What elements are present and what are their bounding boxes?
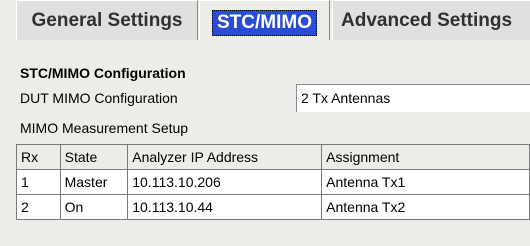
- tab-stc-mimo-label: STC/MIMO: [212, 10, 317, 36]
- table-row: 1 Master 10.113.10.206 Antenna Tx1: [16, 169, 530, 195]
- dut-mimo-config-field[interactable]: 2 Tx Antennas: [296, 84, 530, 112]
- tab-advanced-settings[interactable]: Advanced Settings: [332, 0, 530, 40]
- cell-state[interactable]: Master: [59, 169, 129, 195]
- header-rx: Rx: [16, 144, 61, 170]
- header-assignment: Assignment: [321, 144, 530, 170]
- tab-general-settings[interactable]: General Settings: [16, 0, 198, 40]
- header-analyzer-ip: Analyzer IP Address: [127, 144, 323, 170]
- tab-bar: General Settings STC/MIMO Advanced Setti…: [0, 0, 530, 42]
- mimo-measurement-setup-label: MIMO Measurement Setup: [20, 120, 189, 136]
- cell-assignment[interactable]: Antenna Tx2: [321, 194, 530, 220]
- cell-state[interactable]: On: [59, 194, 129, 220]
- cell-rx: 2: [16, 194, 61, 220]
- table-header-row: Rx State Analyzer IP Address Assignment: [16, 144, 530, 170]
- cell-analyzer-ip[interactable]: 10.113.10.44: [127, 194, 323, 220]
- cell-assignment[interactable]: Antenna Tx1: [321, 169, 530, 195]
- dut-mimo-config-label: DUT MIMO Configuration: [20, 90, 178, 106]
- table-row: 2 On 10.113.10.44 Antenna Tx2: [16, 194, 530, 220]
- header-state: State: [59, 144, 129, 170]
- section-title: STC/MIMO Configuration: [20, 65, 186, 81]
- tab-stc-mimo[interactable]: STC/MIMO: [199, 0, 330, 40]
- cell-rx: 1: [16, 169, 61, 195]
- mimo-setup-table: Rx State Analyzer IP Address Assignment …: [16, 144, 530, 220]
- cell-analyzer-ip[interactable]: 10.113.10.206: [127, 169, 323, 195]
